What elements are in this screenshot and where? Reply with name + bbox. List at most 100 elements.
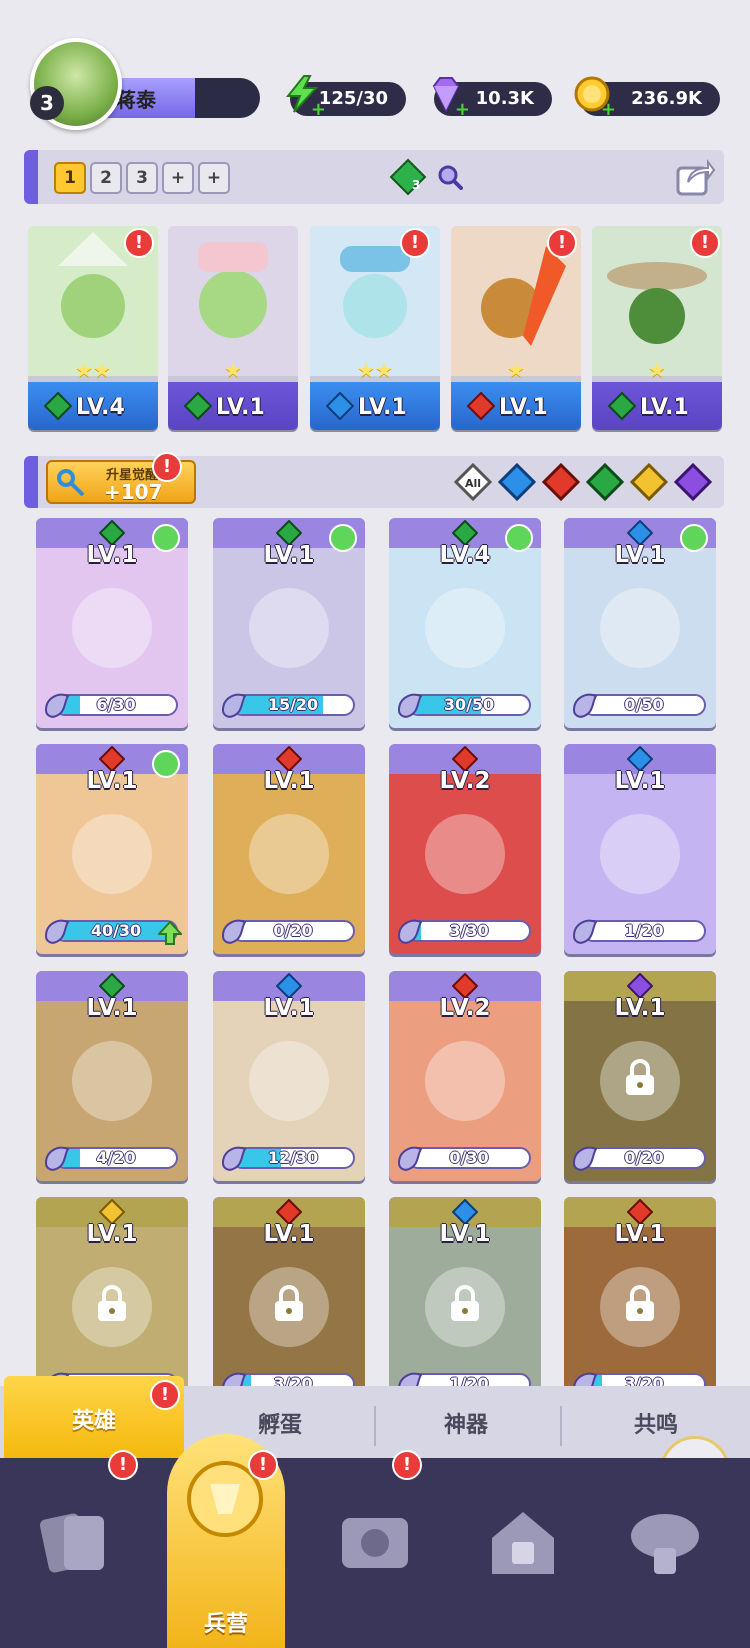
shard-progress-text: 0/30 bbox=[449, 1148, 489, 1167]
gems-value: 10.3K bbox=[475, 88, 534, 109]
hero-level: LV.1 bbox=[263, 1221, 315, 1247]
hero-level: LV.2 bbox=[439, 768, 491, 794]
team-tab-add-2[interactable]: + bbox=[198, 162, 230, 194]
map-scroll-icon[interactable] bbox=[330, 1498, 420, 1588]
team-tab-3[interactable]: 3 bbox=[126, 162, 158, 194]
shard-progress-text: 6/30 bbox=[96, 695, 136, 714]
filter-fire-icon[interactable] bbox=[542, 463, 580, 501]
player-level-badge: 3 bbox=[30, 86, 64, 120]
team-tab-2[interactable]: 2 bbox=[90, 162, 122, 194]
shard-icon bbox=[44, 1146, 70, 1171]
locked-building-icon[interactable] bbox=[478, 1498, 568, 1588]
shard-progress-text: 0/20 bbox=[624, 1148, 664, 1167]
hero-card[interactable]: LV.1 40/30 bbox=[36, 744, 188, 954]
shard-progress-bar: 15/20 bbox=[231, 694, 355, 716]
shard-progress-bar: 6/30 bbox=[54, 694, 178, 716]
hero-card[interactable]: LV.1 15/20 bbox=[213, 518, 365, 728]
locked-mushroom-icon[interactable] bbox=[620, 1498, 710, 1588]
shard-icon bbox=[397, 1146, 423, 1171]
energy-resource[interactable]: + 125/30 bbox=[285, 75, 406, 119]
team-hero-5[interactable]: ★ LV.1 ! bbox=[592, 226, 722, 430]
shard-progress-bar: 4/20 bbox=[54, 1147, 178, 1169]
team-tab-add-1[interactable]: + bbox=[162, 162, 194, 194]
filter-wind-icon[interactable] bbox=[586, 463, 624, 501]
upgrade-filter-bar: 升星觉醒 +107 ! All bbox=[24, 452, 724, 508]
lock-icon bbox=[626, 1285, 654, 1321]
alert-badge: ! bbox=[400, 228, 430, 258]
share-icon[interactable] bbox=[674, 156, 716, 198]
alert-badge: ! bbox=[108, 1450, 138, 1480]
team-hero-2[interactable]: ★ LV.1 bbox=[168, 226, 298, 430]
svg-text:All: All bbox=[465, 477, 481, 490]
team-hero-4[interactable]: ★ LV.1 ! bbox=[451, 226, 581, 430]
hero-stars: ★ bbox=[648, 358, 666, 382]
shard-progress-bar: 0/30 bbox=[407, 1147, 531, 1169]
shard-progress-bar: 1/20 bbox=[582, 920, 706, 942]
shard-icon bbox=[397, 693, 423, 718]
tab-artifact[interactable]: 神器 bbox=[376, 1386, 556, 1458]
shard-progress-text: 3/30 bbox=[449, 921, 489, 940]
hero-level: LV.1 bbox=[86, 995, 138, 1021]
hero-card[interactable]: LV.1 3/20 bbox=[564, 1197, 716, 1407]
shard-progress-text: 12/30 bbox=[267, 1148, 319, 1167]
bottom-navigation: ! ! 兵营 ! bbox=[0, 1434, 750, 1648]
hero-card[interactable]: LV.1 12/30 bbox=[213, 971, 365, 1181]
filter-water-icon[interactable] bbox=[498, 463, 536, 501]
shard-progress-bar: 3/30 bbox=[407, 920, 531, 942]
upgrade-arrow-icon[interactable] bbox=[158, 920, 182, 946]
add-gems-icon[interactable]: + bbox=[454, 101, 470, 119]
hero-card[interactable]: LV.2 3/30 bbox=[389, 744, 541, 954]
shard-progress-text: 0/50 bbox=[624, 695, 664, 714]
shard-icon bbox=[221, 919, 247, 944]
hero-stars: ★★ bbox=[75, 358, 111, 382]
upgrade-count: +107 bbox=[104, 480, 163, 504]
hero-level: LV.1 bbox=[614, 1221, 666, 1247]
hero-card[interactable]: LV.11/20 bbox=[389, 1197, 541, 1407]
hero-stars: ★ bbox=[507, 358, 525, 382]
team-hero-3[interactable]: ★★ LV.1 ! bbox=[310, 226, 440, 430]
team-gem-count: 3 bbox=[412, 178, 421, 192]
hero-card[interactable]: LV.1 0/20 bbox=[564, 971, 716, 1181]
alert-badge: ! bbox=[152, 452, 182, 482]
category-tabs: 英雄 ! 孵蛋 神器 共鸣 bbox=[0, 1376, 750, 1458]
team-hero-level: LV.1 bbox=[499, 395, 548, 420]
hero-card[interactable]: LV.2 0/30 bbox=[389, 971, 541, 1181]
shard-icon bbox=[572, 919, 598, 944]
shard-icon bbox=[221, 1146, 247, 1171]
key-icon bbox=[57, 469, 85, 497]
filter-light-icon[interactable] bbox=[630, 463, 668, 501]
team-hero-level: LV.1 bbox=[358, 395, 407, 420]
add-energy-icon[interactable]: + bbox=[310, 101, 326, 119]
selected-check-icon bbox=[152, 524, 180, 552]
coins-value: 236.9K bbox=[631, 88, 702, 109]
hero-card[interactable]: LV.1 0/20 bbox=[213, 744, 365, 954]
energy-value: 125/30 bbox=[318, 88, 388, 109]
shard-progress-text: 30/50 bbox=[443, 695, 495, 714]
team-element-gem-icon bbox=[389, 158, 427, 196]
search-icon[interactable] bbox=[437, 164, 463, 190]
hero-card[interactable]: LV.4 30/50 bbox=[389, 518, 541, 728]
add-coins-icon[interactable]: + bbox=[600, 101, 616, 119]
filter-all-icon[interactable]: All bbox=[454, 463, 492, 501]
hero-portrait bbox=[168, 226, 298, 376]
hero-level: LV.1 bbox=[263, 995, 315, 1021]
coins-resource[interactable]: + 236.9K bbox=[574, 76, 720, 119]
gems-resource[interactable]: + 10.3K bbox=[432, 77, 552, 119]
cards-icon[interactable] bbox=[30, 1498, 120, 1588]
alert-badge: ! bbox=[690, 228, 720, 258]
lock-icon bbox=[98, 1285, 126, 1321]
hero-card[interactable]: LV.1 4/20 bbox=[36, 971, 188, 1181]
team-hero-level: LV.1 bbox=[640, 395, 689, 420]
filter-dark-icon[interactable] bbox=[674, 463, 712, 501]
hero-card[interactable]: LV.1 0/50 bbox=[564, 518, 716, 728]
player-name: 蒋泰 bbox=[116, 88, 156, 112]
shard-icon bbox=[44, 919, 70, 944]
water-element-icon bbox=[326, 392, 354, 420]
hero-card[interactable]: LV.1 3/20 bbox=[213, 1197, 365, 1407]
hero-card[interactable]: LV.11/20 bbox=[564, 744, 716, 954]
hero-card[interactable]: LV.1 6/30 bbox=[36, 518, 188, 728]
team-tab-1[interactable]: 1 bbox=[54, 162, 86, 194]
shard-icon bbox=[572, 1146, 598, 1171]
team-hero-1[interactable]: ★★ LV.4 ! bbox=[28, 226, 158, 430]
fire-element-icon bbox=[467, 392, 495, 420]
